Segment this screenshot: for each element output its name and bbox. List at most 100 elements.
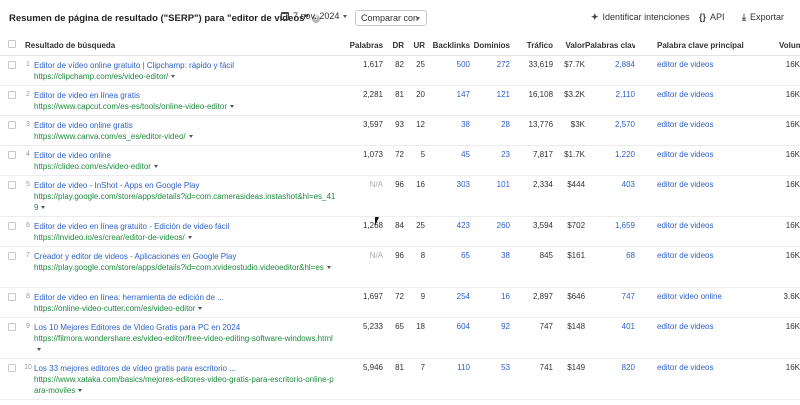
col-value[interactable]: Valor (553, 36, 586, 56)
backlinks-link[interactable]: 303 (425, 175, 471, 217)
col-domains[interactable]: Dominios (470, 36, 511, 56)
domains-link[interactable]: 16 (470, 287, 511, 318)
main-keyword-link[interactable]: editor de videos (635, 175, 780, 217)
result-url-link[interactable]: https://filmora.wondershare.es/video-edi… (34, 333, 341, 355)
main-keyword-link[interactable]: editor de videos (635, 317, 780, 359)
caret-down-icon[interactable] (41, 205, 46, 209)
domains-link[interactable]: 53 (470, 358, 511, 400)
result-url-link[interactable]: https://clipchamp.com/es/video-editor/ (34, 71, 341, 82)
row-checkbox[interactable] (8, 292, 16, 301)
backlinks-link[interactable]: 65 (425, 246, 471, 288)
domains-link[interactable]: 23 (470, 145, 511, 176)
keywords-link[interactable]: 401 (585, 317, 636, 359)
row-checkbox[interactable] (8, 60, 16, 69)
keywords-link[interactable]: 2,884 (585, 55, 636, 86)
result-title-link[interactable]: Editor de video - InShot - Apps en Googl… (34, 180, 341, 191)
row-checkbox[interactable] (8, 90, 16, 99)
result-title-link[interactable]: Editor de video en línea gratis (34, 90, 341, 101)
result-title-link[interactable]: Editor de video en línea gratuito - Edic… (34, 221, 341, 232)
result-url-link[interactable]: https://online-video-cutter.com/es/video… (34, 303, 341, 314)
result-url-link[interactable]: https://play.google.com/store/apps/detai… (34, 191, 341, 213)
backlinks-link[interactable]: 423 (425, 216, 471, 247)
col-traffic[interactable]: Tráfico (510, 36, 554, 56)
main-keyword-link[interactable]: editor de videos (635, 358, 780, 400)
caret-down-icon[interactable] (78, 388, 83, 392)
api-button[interactable]: {} API (699, 12, 725, 22)
compare-dropdown[interactable]: Comparar con (355, 10, 427, 26)
backlinks-link[interactable]: 45 (425, 145, 471, 176)
result-title-link[interactable]: Creador y editor de videos - Aplicacione… (34, 251, 341, 262)
result-title-link[interactable]: Editor de video en línea: herramienta de… (34, 292, 341, 303)
result-title-link[interactable]: Los 33 mejores editores de vídeo gratis … (34, 363, 341, 374)
export-button[interactable]: ⤓ Exportar (742, 12, 784, 23)
keywords-link[interactable]: 403 (585, 175, 636, 217)
col-backlinks[interactable]: Backlinks (425, 36, 471, 56)
col-dr[interactable]: DR (383, 36, 405, 56)
keywords-link[interactable]: 820 (585, 358, 636, 400)
col-main-keyword[interactable]: Palabra clave principal (635, 36, 780, 56)
row-checkbox[interactable] (8, 363, 16, 372)
result-url-link[interactable]: https://invideo.io/es/crear/editor-de-vi… (34, 232, 341, 243)
keywords-link[interactable]: 1,220 (585, 145, 636, 176)
main-keyword-link[interactable]: editor de videos (635, 55, 780, 86)
main-keyword-link[interactable]: editor de videos (635, 85, 780, 116)
domains-link[interactable]: 121 (470, 85, 511, 116)
row-checkbox[interactable] (8, 221, 16, 230)
backlinks-link[interactable]: 38 (425, 115, 471, 146)
result-title-link[interactable]: Los 10 Mejores Editores de Video Gratis … (34, 322, 341, 333)
main-keyword-link[interactable]: editor de videos (635, 216, 780, 247)
row-checkbox[interactable] (8, 150, 16, 159)
result-url-link[interactable]: https://www.xataka.com/basics/mejores-ed… (34, 374, 341, 396)
col-ur[interactable]: UR (404, 36, 426, 56)
result-title-link[interactable]: Editor de vídeo online gratuito | Clipch… (34, 60, 341, 71)
col-words[interactable]: Palabras (341, 36, 384, 56)
domains-link[interactable]: 260 (470, 216, 511, 247)
backlinks-link[interactable]: 147 (425, 85, 471, 116)
result-url-link[interactable]: https://clideo.com/es/video-editor (34, 161, 341, 172)
identify-intents-button[interactable]: ✦ Identificar intenciones (591, 12, 690, 23)
domains-link[interactable]: 272 (470, 55, 511, 86)
backlinks-link[interactable]: 254 (425, 287, 471, 318)
keywords-link[interactable]: 2,110 (585, 85, 636, 116)
caret-down-icon[interactable] (153, 164, 158, 168)
result-cell: Editor de vídeo online gratuito | Clipch… (34, 55, 342, 86)
row-checkbox[interactable] (8, 251, 16, 260)
main-keyword-link[interactable]: editor video online (635, 287, 780, 318)
domains-link[interactable]: 28 (470, 115, 511, 146)
col-keywords[interactable]: Palabras clave (585, 36, 636, 56)
main-keyword-link[interactable]: editor de videos (635, 115, 780, 146)
row-checkbox[interactable] (8, 180, 16, 189)
domains-link[interactable]: 38 (470, 246, 511, 288)
main-keyword-link[interactable]: editor de videos (635, 145, 780, 176)
caret-down-icon[interactable] (326, 265, 331, 269)
row-checkbox[interactable] (8, 120, 16, 129)
caret-down-icon[interactable] (171, 74, 176, 78)
col-result[interactable]: Resultado de búsqueda (22, 36, 342, 56)
result-url-link[interactable]: https://play.google.com/store/apps/detai… (34, 262, 341, 273)
keywords-link[interactable]: 747 (585, 287, 636, 318)
caret-down-icon[interactable] (187, 235, 192, 239)
backlinks-link[interactable]: 604 (425, 317, 471, 359)
result-title-link[interactable]: Editor de video online gratis (34, 120, 341, 131)
result-url-link[interactable]: https://www.capcut.com/es-es/tools/onlin… (34, 101, 341, 112)
result-title-link[interactable]: Editor de video online (34, 150, 341, 161)
domains-link[interactable]: 92 (470, 317, 511, 359)
backlinks-link[interactable]: 500 (425, 55, 471, 86)
row-checkbox[interactable] (8, 322, 16, 331)
domains-link[interactable]: 101 (470, 175, 511, 217)
backlinks-link[interactable]: 110 (425, 358, 471, 400)
row-checkbox-cell (0, 317, 22, 359)
caret-down-icon[interactable] (188, 134, 193, 138)
keywords-link[interactable]: 68 (585, 246, 636, 288)
col-volume[interactable]: Volumen (779, 36, 800, 56)
caret-down-icon[interactable] (198, 306, 203, 310)
select-all-checkbox[interactable] (8, 40, 16, 49)
dr-cell: 93 (383, 115, 405, 146)
result-url-link[interactable]: https://www.canva.com/es_es/editor-video… (34, 131, 341, 142)
caret-down-icon[interactable] (37, 347, 41, 351)
date-selector[interactable]: 7 nov. 2024 (281, 11, 348, 21)
main-keyword-link[interactable]: editor de videos (635, 246, 780, 288)
caret-down-icon[interactable] (229, 104, 234, 108)
keywords-link[interactable]: 1,659 (585, 216, 636, 247)
keywords-link[interactable]: 2,570 (585, 115, 636, 146)
